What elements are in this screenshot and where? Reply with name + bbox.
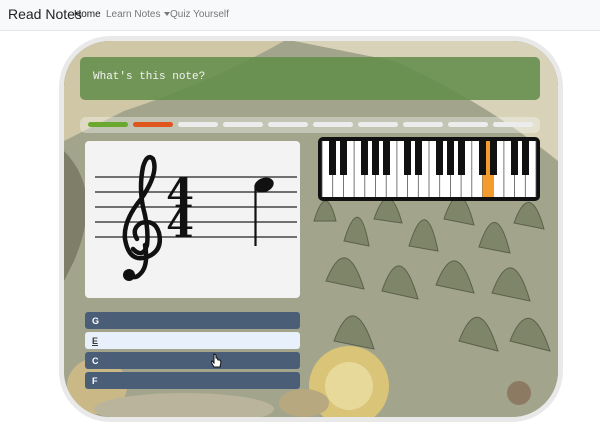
music-staff: 4 4 — [95, 155, 297, 281]
question-text: What's this note? — [93, 71, 206, 83]
answer-button-g[interactable]: G — [85, 312, 300, 329]
answer-label: C — [92, 356, 99, 366]
quiz-card: What's this note? 4 4 G E C F — [64, 41, 558, 417]
nav-learn-label: Learn Notes — [106, 9, 161, 20]
time-signature-bottom: 4 — [166, 200, 194, 247]
navbar: Read Notes Home Learn Notes Quiz Yoursel… — [0, 0, 600, 31]
progress-segment — [223, 122, 263, 127]
answer-button-c[interactable]: C — [85, 352, 300, 369]
nav-quiz-yourself[interactable]: Quiz Yourself — [170, 9, 229, 20]
answer-label: E — [92, 336, 99, 346]
progress-bar — [80, 117, 540, 133]
answer-button-e[interactable]: E — [85, 332, 300, 349]
keyboard-keys — [321, 141, 537, 197]
brand-link[interactable]: Read Notes — [8, 6, 82, 22]
progress-segment — [403, 122, 443, 127]
progress-segment — [358, 122, 398, 127]
treble-clef-icon — [122, 155, 162, 281]
piano-keyboard[interactable] — [318, 137, 540, 201]
answer-label: G — [92, 316, 100, 326]
answer-list: G E C F — [85, 312, 300, 392]
answer-label: F — [92, 376, 98, 386]
progress-segment — [313, 122, 353, 127]
progress-segment — [178, 122, 218, 127]
answer-button-f[interactable]: F — [85, 372, 300, 389]
progress-segment — [133, 122, 173, 127]
progress-segment — [493, 122, 533, 127]
staff-panel: 4 4 — [85, 141, 300, 298]
quarter-note-icon — [254, 177, 274, 246]
nav-home[interactable]: Home — [74, 9, 101, 20]
progress-segment — [268, 122, 308, 127]
pointer-cursor-icon — [211, 353, 222, 368]
progress-segment — [88, 122, 128, 127]
nav-learn-notes-dropdown[interactable]: Learn Notes — [106, 9, 171, 20]
progress-segment — [448, 122, 488, 127]
question-banner: What's this note? — [80, 57, 540, 100]
